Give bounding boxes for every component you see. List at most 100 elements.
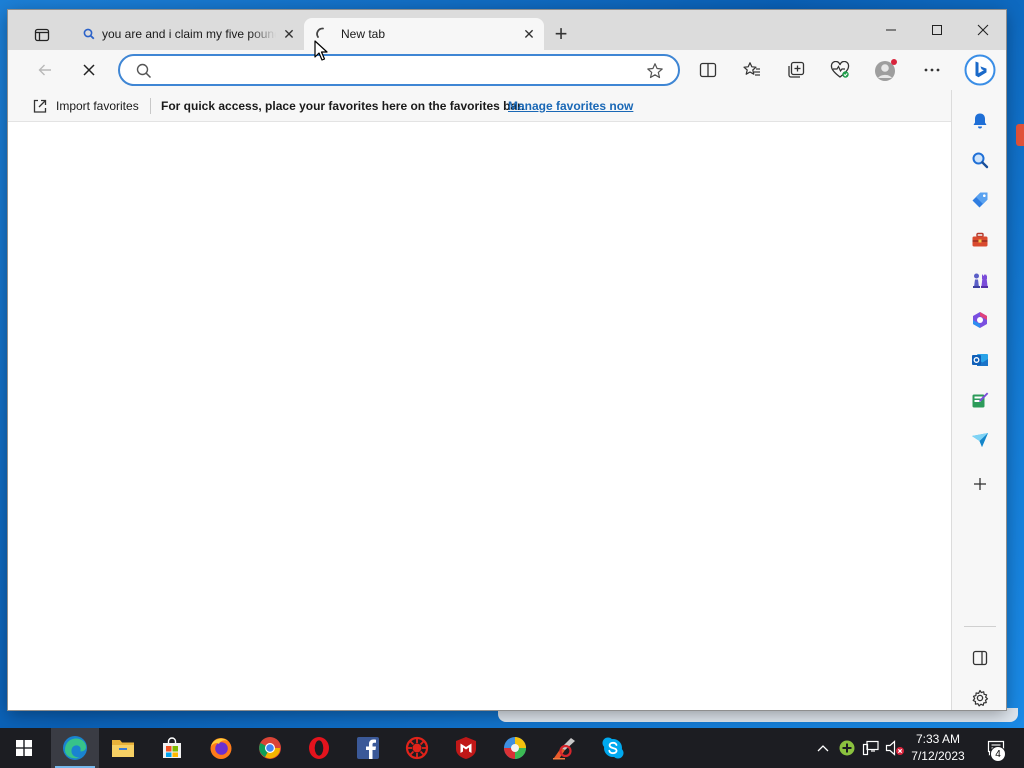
tray-network-button[interactable] (860, 728, 882, 768)
back-button[interactable] (30, 56, 60, 84)
firefox-icon (210, 738, 232, 759)
import-favorites-label: Import favorites (56, 99, 139, 113)
back-arrow-icon (38, 64, 51, 76)
send-button[interactable] (967, 427, 993, 453)
add-icon (974, 478, 986, 490)
import-favorites-button[interactable]: Import favorites (32, 98, 139, 114)
system-clock[interactable]: 7:33 AM 7/12/2023 (906, 731, 970, 765)
shopping-button[interactable] (967, 187, 993, 213)
taskbar-picasa[interactable] (491, 728, 539, 768)
sidebar-divider (964, 626, 996, 627)
favorites-bar-message: For quick access, place your favorites h… (161, 99, 525, 113)
address-input[interactable] (162, 61, 632, 81)
page-content[interactable] (8, 122, 952, 710)
taskbar-opera[interactable] (295, 728, 343, 768)
taskbar-edge[interactable] (51, 728, 99, 768)
taskbar-file-explorer[interactable] (99, 728, 147, 768)
customize-sidebar-button[interactable] (967, 471, 993, 497)
tab-strip: you are and i claim my five pounds ✕ New… (8, 10, 1006, 50)
start-button[interactable] (0, 728, 48, 768)
sidebar-search-button[interactable] (967, 147, 993, 173)
microsoft-365-button[interactable] (967, 307, 993, 333)
stop-loading-button[interactable] (74, 56, 104, 84)
chrome-icon (259, 737, 281, 759)
ccleaner-icon (553, 738, 575, 760)
taskbar-antivirus[interactable] (393, 728, 441, 768)
favorites-icon (743, 62, 760, 76)
search-icon (82, 27, 96, 41)
close-tab-icon[interactable]: ✕ (282, 26, 296, 42)
bell-icon (973, 113, 987, 129)
tools-button[interactable] (967, 227, 993, 253)
bing-chat-button[interactable] (964, 54, 996, 86)
virus-shield-icon (405, 736, 429, 760)
picasa-icon (504, 737, 526, 759)
minimize-button[interactable] (868, 10, 914, 50)
settings-and-more-button[interactable] (917, 56, 947, 84)
more-icon (924, 68, 940, 72)
mcafee-icon (456, 737, 476, 759)
profile-button[interactable] (871, 56, 901, 84)
collections-button[interactable] (781, 56, 811, 84)
maximize-button[interactable] (914, 10, 960, 50)
windows-taskbar: 7:33 AM 7/12/2023 (0, 728, 1024, 768)
show-hidden-icons-button[interactable] (814, 728, 832, 768)
background-window-edge (498, 708, 1018, 722)
sidebar-settings-button[interactable] (967, 685, 993, 710)
tab-title: you are and i claim my five pounds (102, 27, 276, 41)
import-icon (33, 99, 47, 113)
loading-spinner-icon (316, 27, 330, 41)
toolbox-icon (972, 232, 988, 247)
sidebar-panel-icon (972, 650, 988, 666)
microsoft-365-icon (973, 312, 987, 328)
tray-update-button[interactable] (837, 728, 857, 768)
volume-muted-icon (885, 740, 904, 756)
browser-essentials-button[interactable] (825, 56, 855, 84)
favorites-bar: Import favorites For quick access, place… (8, 90, 952, 122)
navigation-toolbar (8, 50, 1006, 90)
taskbar-firefox[interactable] (197, 728, 245, 768)
taskbar-ccleaner[interactable] (540, 728, 588, 768)
add-to-favorites-icon[interactable] (646, 62, 664, 83)
favorites-divider (150, 98, 151, 114)
edge-sidebar (951, 90, 1006, 710)
taskbar-skype[interactable] (589, 728, 637, 768)
avatar (875, 59, 897, 81)
manage-favorites-link[interactable]: Manage favorites now (508, 99, 633, 113)
close-tab-icon[interactable]: ✕ (522, 26, 536, 42)
windows-logo-icon (16, 740, 32, 756)
tray-volume-button[interactable] (884, 728, 906, 768)
taskbar-store[interactable] (148, 728, 196, 768)
tab-actions-button[interactable] (28, 23, 56, 47)
heart-pulse-icon (830, 61, 850, 78)
file-explorer-icon (112, 740, 134, 757)
split-screen-icon (699, 62, 717, 78)
close-window-button[interactable] (960, 10, 1006, 50)
games-button[interactable] (967, 267, 993, 293)
tab-search-result[interactable]: you are and i claim my five pounds ✕ (70, 18, 305, 50)
collections-icon (788, 61, 805, 78)
new-tab-button[interactable]: + (550, 21, 572, 46)
split-screen-button[interactable] (693, 56, 723, 84)
store-icon (163, 737, 181, 758)
tab-new-tab[interactable]: New tab ✕ (304, 18, 544, 50)
taskbar-chrome[interactable] (246, 728, 294, 768)
taskbar-mcafee[interactable] (442, 728, 490, 768)
facebook-icon (357, 737, 379, 759)
search-icon (972, 152, 989, 169)
address-bar[interactable] (118, 54, 680, 86)
tab-title: New tab (341, 27, 386, 41)
outlook-icon (972, 354, 988, 366)
hide-sidebar-button[interactable] (967, 645, 993, 671)
network-icon (862, 740, 879, 756)
outlook-button[interactable] (967, 347, 993, 373)
edge-icon (63, 736, 87, 760)
notifications-button[interactable] (967, 108, 993, 134)
drop-button[interactable] (967, 387, 993, 413)
chevron-up-icon (817, 745, 829, 752)
taskbar-facebook[interactable] (344, 728, 392, 768)
send-icon (972, 433, 988, 447)
drop-icon (972, 392, 989, 408)
favorites-button[interactable] (737, 56, 767, 84)
clock-time: 7:33 AM (915, 732, 961, 746)
